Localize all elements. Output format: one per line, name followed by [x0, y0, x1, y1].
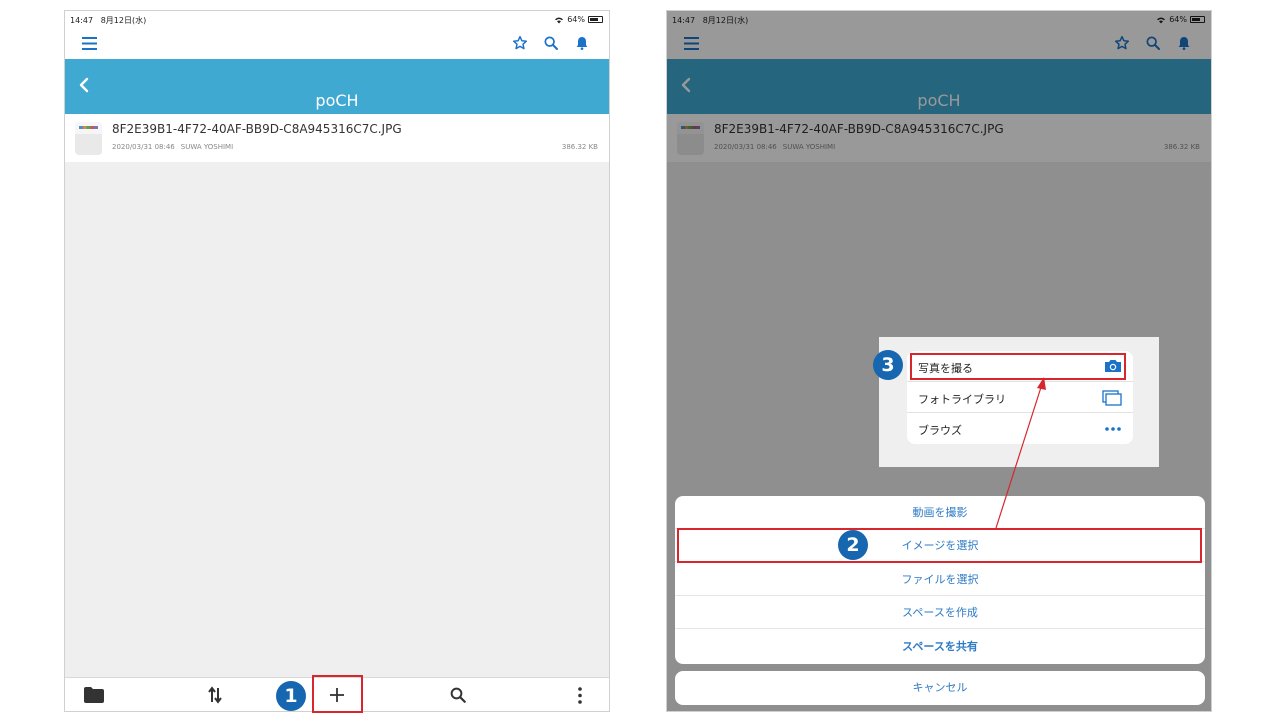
- arrow-head: [1037, 377, 1046, 390]
- arrow-line: [995, 380, 1044, 529]
- annotation-arrow: [995, 377, 1046, 529]
